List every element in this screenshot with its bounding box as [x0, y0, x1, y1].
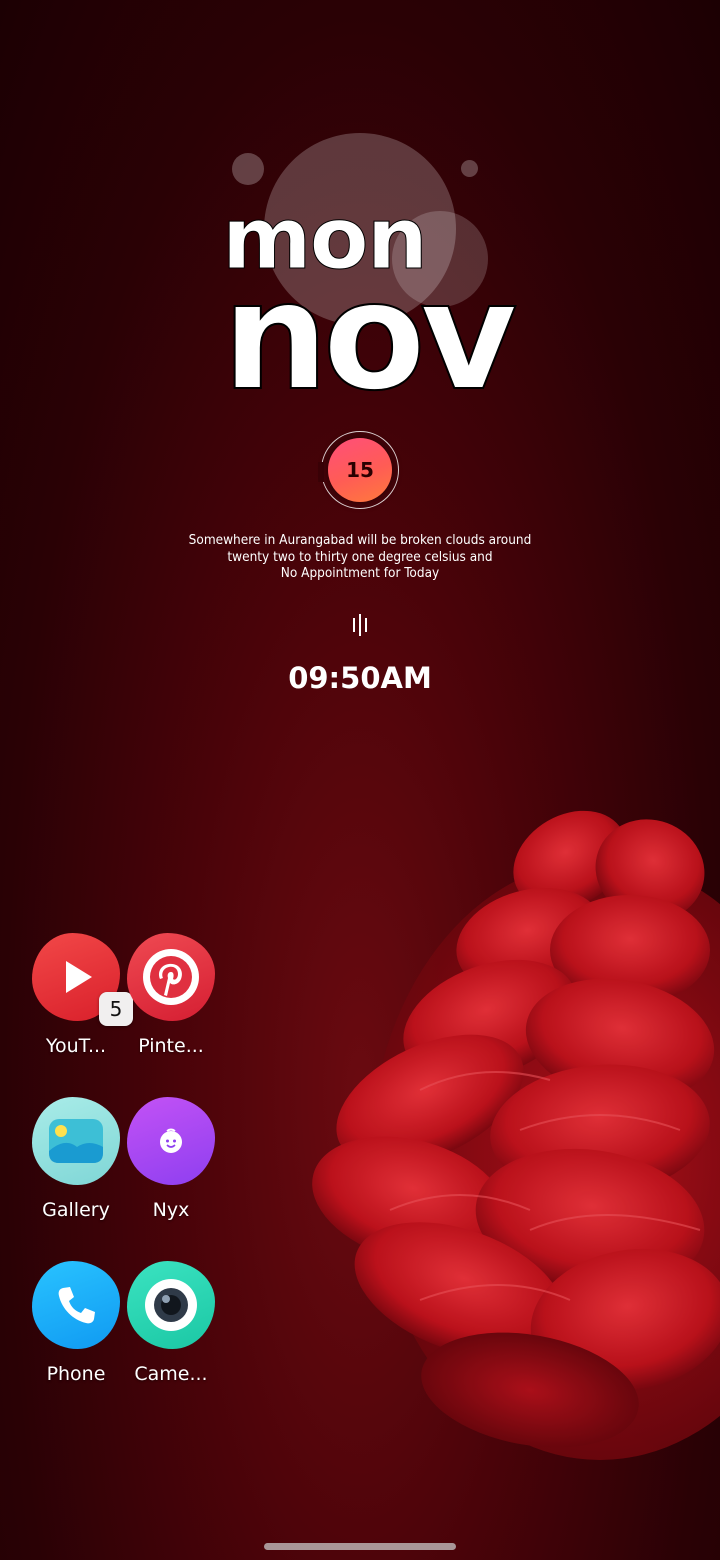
summary-line: Somewhere in Aurangabad will be broken c…	[188, 532, 532, 548]
month-label: nov	[221, 250, 519, 424]
notification-badge: 5	[99, 992, 133, 1026]
pinterest-icon[interactable]	[127, 933, 215, 1021]
app-label: YouT...	[45, 1035, 107, 1057]
summary-line: twenty two to thirty one degree celsius …	[227, 548, 493, 565]
weather-summary[interactable]: Somewhere in Aurangabad will be broken c…	[150, 532, 570, 582]
gallery-icon[interactable]	[32, 1097, 120, 1185]
phone-icon[interactable]	[32, 1261, 120, 1349]
equalizer-icon[interactable]	[351, 614, 369, 636]
date-badge[interactable]: 15	[328, 438, 392, 502]
app-label: Nyx	[152, 1199, 190, 1221]
wallpaper-flower	[312, 810, 720, 1460]
nyx-icon[interactable]	[127, 1097, 215, 1185]
clock-time[interactable]: 09:50AM	[0, 661, 720, 695]
app-label: Gallery	[42, 1199, 110, 1221]
app-label: Phone	[46, 1363, 106, 1385]
decorative-bubble	[232, 153, 264, 185]
decorative-bubble	[461, 160, 478, 177]
camera-icon[interactable]	[127, 1261, 215, 1349]
home-gesture-bar[interactable]	[264, 1543, 456, 1550]
app-label: Came...	[134, 1363, 208, 1385]
app-label: Pinte...	[138, 1035, 204, 1057]
summary-line: No Appointment for Today	[280, 565, 440, 581]
